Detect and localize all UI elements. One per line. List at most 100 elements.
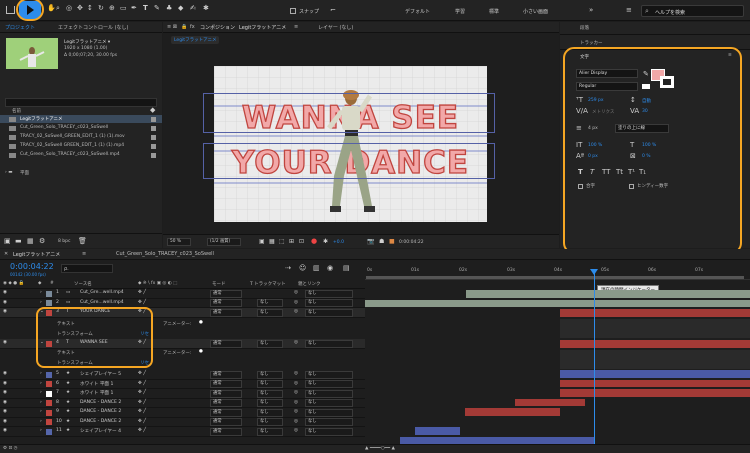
track-bar-6[interactable] xyxy=(560,379,750,387)
parent-pickwhip-icon[interactable]: ◎ xyxy=(294,409,298,414)
workspace-more-icon[interactable]: » xyxy=(589,6,593,15)
visibility-eye-icon[interactable]: ◉ xyxy=(3,428,7,433)
workspace-standard[interactable]: 標準 xyxy=(489,8,499,15)
show-snapshot-icon[interactable]: ☗ xyxy=(379,238,384,245)
layer-parent-dropdown[interactable]: なし xyxy=(305,380,353,388)
all-caps-button[interactable]: TT xyxy=(602,168,610,176)
tab-effects-control[interactable]: エフェクトコントロール (なし) xyxy=(58,24,129,31)
layer-label-color[interactable] xyxy=(46,390,52,397)
puppet-pin-icon[interactable]: ✱ xyxy=(203,4,209,13)
comp-name-tab[interactable]: Legitフラットアニメ xyxy=(239,24,286,31)
layer-trackmat-dropdown[interactable]: なし xyxy=(257,418,283,426)
stroke-color-swatch[interactable] xyxy=(660,76,674,88)
project-file-1[interactable]: Legitフラットアニメ xyxy=(20,116,62,122)
vertical-scale-value[interactable]: 100 % xyxy=(588,143,602,148)
layer-mode-dropdown[interactable]: 通常 xyxy=(210,427,242,436)
rotate-tool-icon[interactable]: ↻ xyxy=(98,4,104,13)
new-comp-icon[interactable]: ▦ xyxy=(27,237,34,245)
layer-label-color[interactable] xyxy=(46,371,52,378)
parent-pickwhip-icon[interactable]: ◎ xyxy=(294,428,298,433)
project-file-5[interactable]: Cut_Green_Solo_TRACEY_c023_SoSwell.mp4 xyxy=(20,152,120,157)
track-bar-10[interactable] xyxy=(415,427,460,435)
transparency-grid-icon[interactable]: ▦ xyxy=(269,238,275,245)
mode-col[interactable]: モード xyxy=(212,281,226,287)
layer-parent-dropdown[interactable]: なし xyxy=(305,399,353,407)
hindi-digits-checkbox[interactable] xyxy=(629,184,634,189)
color-swatch-icon[interactable]: ■ xyxy=(389,238,395,245)
pan-camera-icon[interactable]: ✥ xyxy=(77,4,83,13)
exposure-icon[interactable]: ✱ xyxy=(323,238,328,245)
layer-name[interactable]: DANCE - DANCE 2 xyxy=(80,419,121,424)
add-animator-icon-4[interactable]: ● xyxy=(199,349,203,354)
layer-name[interactable]: DANCE - DANCE 2 xyxy=(80,400,121,405)
layer-label-color[interactable] xyxy=(46,419,52,425)
expand-chevron-icon[interactable]: › xyxy=(40,371,42,376)
leading-value[interactable]: 自動 xyxy=(642,98,651,104)
track-bar-11[interactable] xyxy=(400,436,595,444)
delete-icon[interactable]: 🗑 xyxy=(78,237,87,245)
interpret-footage-icon[interactable]: ▣ xyxy=(4,237,11,245)
hand-tool-icon[interactable]: ✋ xyxy=(47,4,56,13)
resolution-dropdown[interactable]: (1/2 画質) xyxy=(207,238,241,246)
new-folder-icon[interactable]: ▬ xyxy=(15,237,22,245)
kerning-value[interactable]: メトリクス xyxy=(592,109,614,115)
visibility-eye-icon[interactable]: ◉ xyxy=(3,400,7,405)
visibility-eye-icon[interactable]: ◉ xyxy=(3,390,7,395)
track-bar-1[interactable] xyxy=(466,290,750,298)
expand-chevron-icon[interactable]: › xyxy=(40,428,42,433)
layer-row[interactable]: ◉ › 9 ★ DANCE - DANCE 2 ✥ ╱ 通常 なし ◎ なし xyxy=(0,408,365,418)
anchor-point-icon[interactable]: ⊕ xyxy=(109,4,115,13)
layer-switches-icon[interactable]: ✥ ╱ xyxy=(138,419,146,424)
layer-name[interactable]: DANCE - DANCE 2 xyxy=(80,409,121,414)
trackmat-col[interactable]: T トラックマット xyxy=(250,281,286,287)
layer-name[interactable]: Cut_Gre...well.mp4 xyxy=(80,290,124,295)
layer-switches-icon[interactable]: ✥ ╱ xyxy=(138,371,146,376)
parent-pickwhip-icon[interactable]: ◎ xyxy=(294,300,298,305)
project-file-3[interactable]: TRACY_02_SoSwell_GREEN_EDIT_1 (1) (1).mo… xyxy=(20,134,125,139)
layer-name[interactable]: シェイプレイヤー 4 xyxy=(80,428,121,434)
channel-icon[interactable]: ⊡ xyxy=(299,238,304,245)
timeline-tab-other[interactable]: Cut_Green_Solo_TRACEY_c023_SoSwell xyxy=(116,251,214,257)
parent-pickwhip-icon[interactable]: ◎ xyxy=(294,400,298,405)
dolly-camera-icon[interactable]: ↕ xyxy=(87,4,93,13)
roto-brush-icon[interactable]: ✍ xyxy=(190,4,196,13)
parent-link-col[interactable]: 親とリンク xyxy=(298,281,321,287)
swap-colors-icon[interactable] xyxy=(642,84,650,89)
layer-switches-icon[interactable]: ✥ ╱ xyxy=(138,290,146,295)
layer-label-color[interactable] xyxy=(46,381,52,387)
region-of-interest-icon[interactable]: ▣ xyxy=(259,238,265,245)
parent-pickwhip-icon[interactable]: ◎ xyxy=(294,340,298,345)
layer-row[interactable]: ◉ › 10 ★ DANCE - DANCE 2 ✥ ╱ 通常 なし ◎ なし xyxy=(0,418,365,427)
project-col-name[interactable]: 名前 xyxy=(12,108,21,114)
layer-mode-dropdown[interactable]: 通常 xyxy=(210,418,242,426)
layer-parent-dropdown[interactable]: なし xyxy=(305,408,353,417)
snap-checkbox[interactable] xyxy=(290,8,296,14)
expand-chevron-icon[interactable]: › xyxy=(40,409,42,414)
layer-switches-icon[interactable]: ✥ ╱ xyxy=(138,409,146,414)
font-size-value[interactable]: 259 px xyxy=(588,98,604,103)
track-bar-3[interactable] xyxy=(560,309,750,317)
comp-menu-icon[interactable]: ≡ ⊠ xyxy=(167,24,177,30)
layer-trackmat-dropdown[interactable]: なし xyxy=(257,408,283,417)
graph-editor-icon[interactable]: ▤ xyxy=(343,264,350,272)
layer-mode-dropdown[interactable]: 通常 xyxy=(210,308,242,317)
font-family-dropdown[interactable]: Alier Display xyxy=(576,69,638,78)
layer-row[interactable]: ◉ › 7 ★ ホワイト 平面 1 ✥ ╱ 通常 なし ◎ なし xyxy=(0,389,365,399)
visibility-eye-icon[interactable]: ◉ xyxy=(3,340,7,345)
layer-label-color[interactable] xyxy=(46,409,52,416)
layer-trackmat-dropdown[interactable]: なし xyxy=(257,380,283,388)
layer-label-color[interactable] xyxy=(46,290,52,297)
current-time-indicator-head[interactable] xyxy=(590,269,598,275)
layer-tab[interactable]: レイヤー (なし) xyxy=(318,24,353,31)
comp-panel-title[interactable]: コンポジション xyxy=(200,24,235,31)
track-bar-4[interactable] xyxy=(560,340,750,348)
track-bar-7[interactable] xyxy=(560,389,750,397)
animator-label-3[interactable]: アニメーター: xyxy=(163,321,191,327)
layer-row[interactable]: ◉ › 11 ★ シェイプレイヤー 4 ✥ ╱ 通常 なし ◎ なし xyxy=(0,427,365,437)
bpc-label[interactable]: 8 bpc xyxy=(58,239,70,244)
project-file-4[interactable]: TRACY_02_SoSwell GREEN_EDIT_1 (1) (1).mp… xyxy=(20,143,124,148)
faux-italic-button[interactable]: T xyxy=(590,168,594,176)
layer-switches-icon[interactable]: ✥ ╱ xyxy=(138,428,146,433)
layer-mode-dropdown[interactable]: 通常 xyxy=(210,380,242,388)
stroke-mode-dropdown[interactable]: 塗りの上に線 xyxy=(615,124,669,133)
